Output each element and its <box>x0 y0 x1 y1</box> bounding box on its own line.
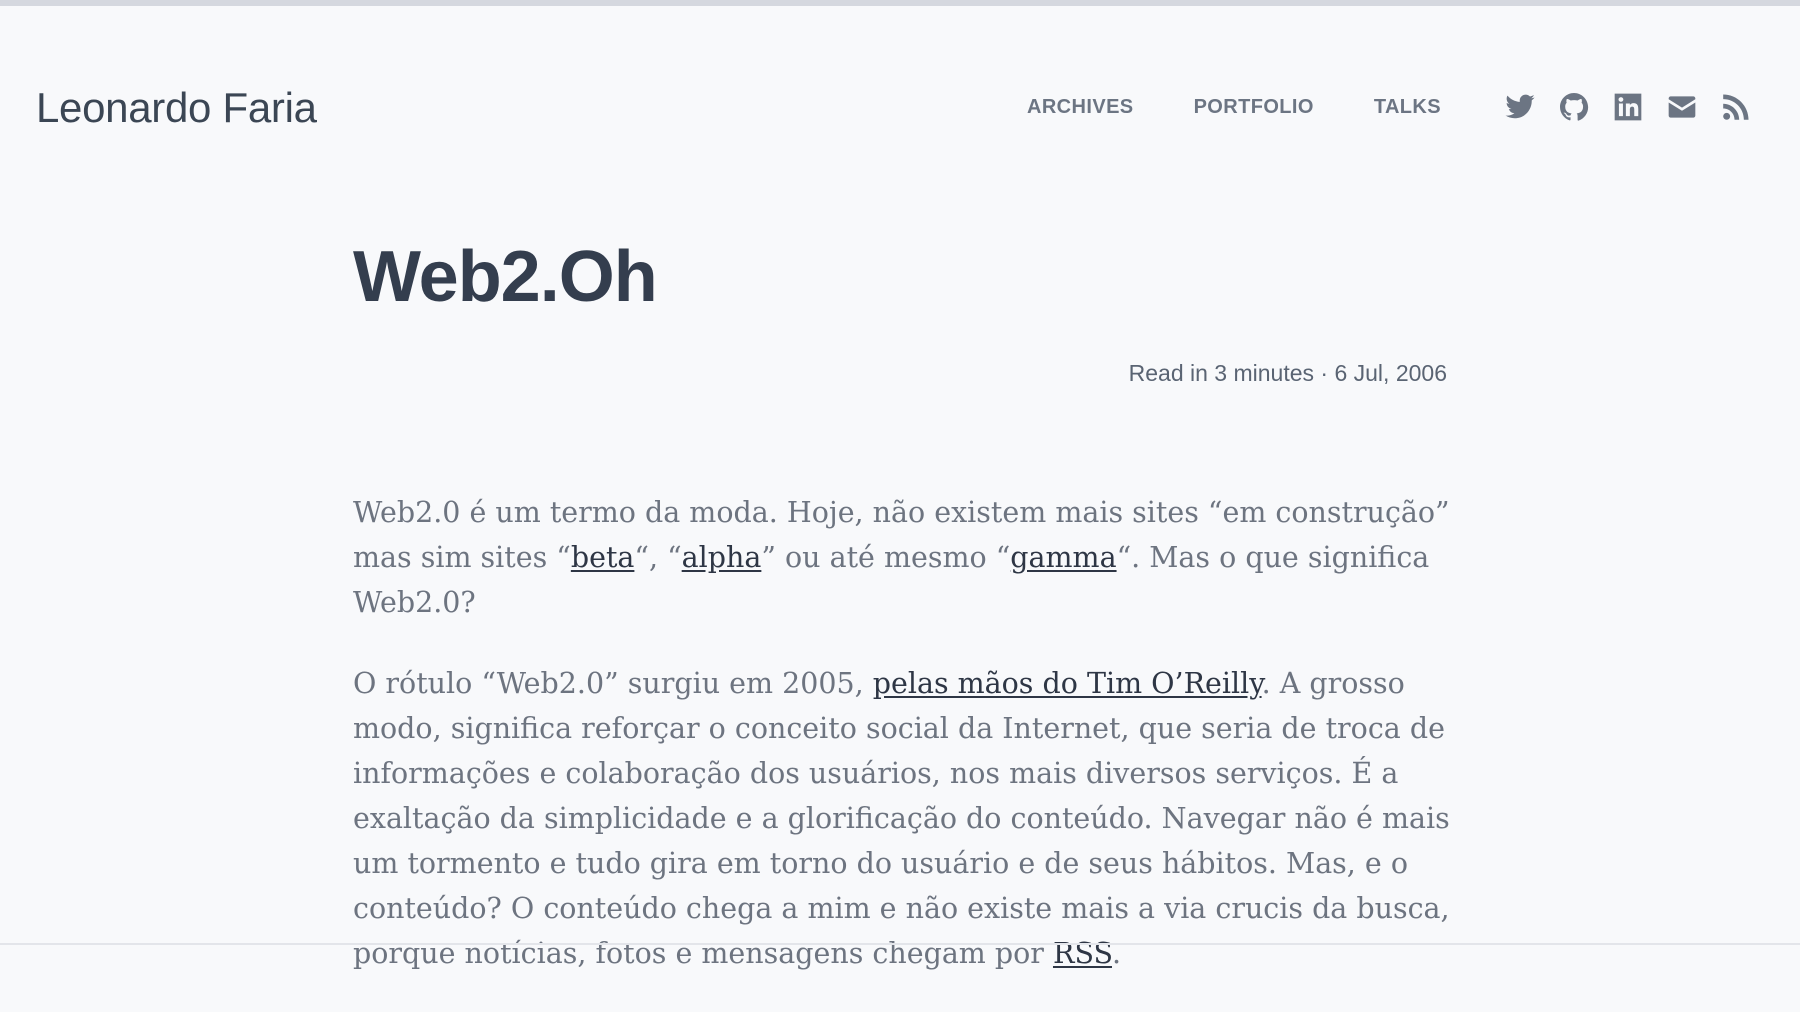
paragraph-text: O rótulo “Web2.0” surgiu em 2005, <box>353 667 873 700</box>
social-links <box>1504 90 1752 124</box>
site-title-link[interactable]: Leonardo Faria <box>36 80 317 136</box>
main-nav: ARCHIVES PORTFOLIO TALKS <box>1027 92 1441 122</box>
post-content: Web2.0 é um termo da moda. Hoje, não exi… <box>353 490 1463 1012</box>
nav-portfolio-link[interactable]: PORTFOLIO <box>1194 92 1314 122</box>
nav-talks-link[interactable]: TALKS <box>1374 92 1441 122</box>
paragraph-text: . A grosso modo, significa reforçar o co… <box>353 667 1450 970</box>
linkedin-icon[interactable] <box>1612 91 1644 123</box>
nav-archives-link[interactable]: ARCHIVES <box>1027 92 1134 122</box>
paragraph-text: ” ou até mesmo “ <box>761 541 1011 574</box>
tim-oreilly-link[interactable]: pelas mãos do Tim O’Reilly <box>873 667 1262 700</box>
paragraph-2: O rótulo “Web2.0” surgiu em 2005, pelas … <box>353 661 1463 976</box>
post-title: Web2.Oh <box>353 237 658 317</box>
rss-link[interactable]: RSS <box>1053 937 1112 970</box>
post-meta: Read in 3 minutes · 6 Jul, 2006 <box>1128 360 1447 386</box>
rss-icon[interactable] <box>1720 91 1752 123</box>
alpha-link[interactable]: alpha <box>682 541 762 574</box>
twitter-icon[interactable] <box>1504 91 1536 123</box>
paragraph-1: Web2.0 é um termo da moda. Hoje, não exi… <box>353 490 1463 625</box>
beta-link[interactable]: beta <box>571 541 635 574</box>
paragraph-text: . <box>1111 937 1122 970</box>
top-border <box>0 0 1800 6</box>
email-icon[interactable] <box>1666 91 1698 123</box>
paragraph-text: “, “ <box>634 541 682 574</box>
github-icon[interactable] <box>1558 91 1590 123</box>
gamma-link[interactable]: gamma <box>1010 541 1116 574</box>
